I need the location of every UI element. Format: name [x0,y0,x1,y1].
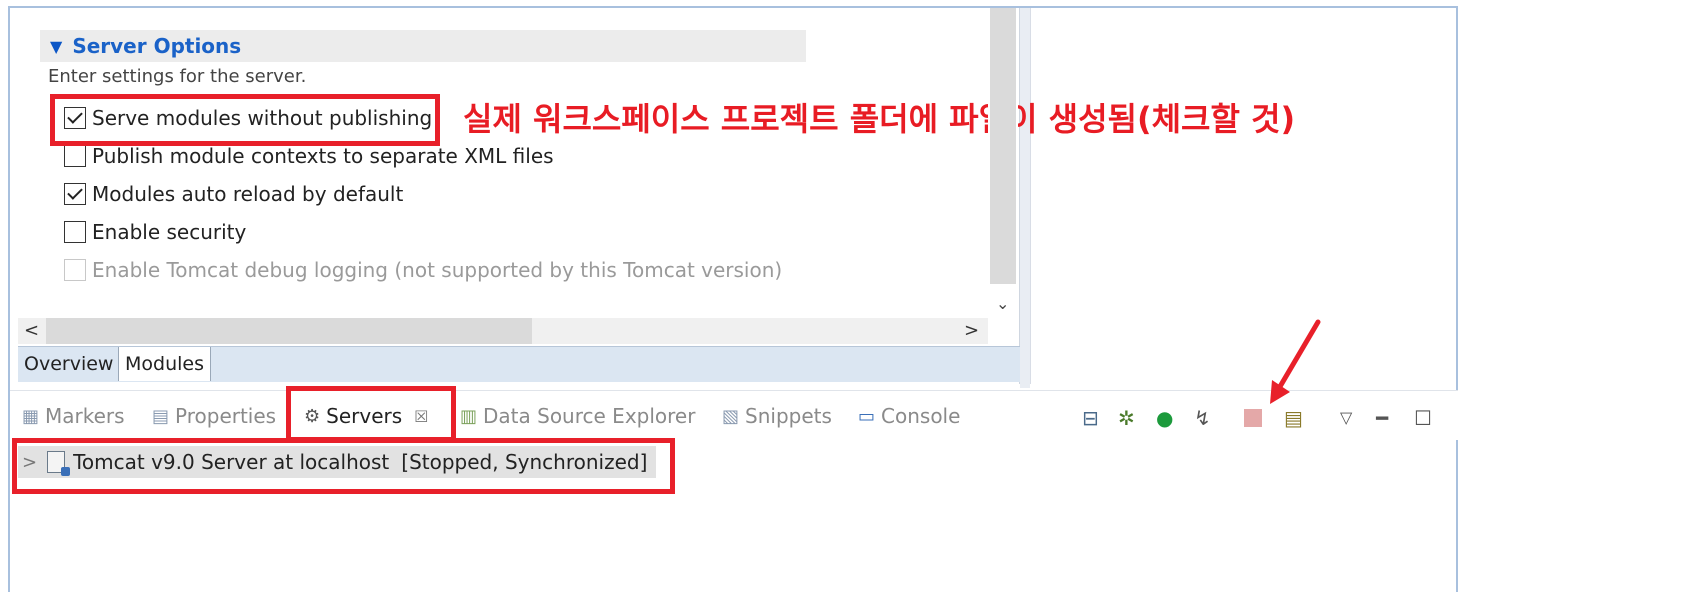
tab-overview[interactable]: Overview [18,347,121,381]
tab-label: Console [881,404,961,428]
tab-console[interactable]: ▭ Console [858,404,960,428]
annotation-text: 실제 워크스페이스 프로젝트 폴더에 파일이 생성됨(체크할 것) [463,100,1296,138]
properties-icon: ▤ [152,405,170,427]
checkbox[interactable] [64,145,86,167]
highlight-box [286,386,456,442]
option-label: Enable Tomcat debug logging (not support… [92,258,783,282]
scroll-thumb[interactable] [46,318,532,344]
tab-properties[interactable]: ▤ Properties [152,404,276,428]
option-debug-logging: Enable Tomcat debug logging (not support… [64,258,782,282]
option-separate-xml[interactable]: Publish module contexts to separate XML … [64,144,554,168]
outline-panel [1030,8,1456,384]
section-title: Server Options [72,34,242,58]
option-label: Modules auto reload by default [92,182,404,206]
annotation-arrow [1270,319,1321,404]
view-menu-icon[interactable]: ▽ [1340,408,1352,427]
tab-data-source-explorer[interactable]: ▥ Data Source Explorer [460,404,695,428]
tab-label: Properties [175,404,277,428]
tab-label: Markers [45,404,125,428]
publish-icon[interactable]: ▤ [1284,406,1303,430]
scroll-thumb[interactable] [990,8,1016,284]
checkbox [64,259,86,281]
start-icon[interactable]: ● [1156,406,1173,430]
snippets-icon: ▧ [722,405,740,427]
tab-label: Data Source Explorer [483,404,696,428]
option-label: Publish module contexts to separate XML … [92,144,554,168]
highlight-box [12,438,675,494]
screenshot-root: ▼ Server Options Enter settings for the … [0,0,1688,594]
chevron-right-icon[interactable]: > [964,320,979,341]
markers-icon: ▦ [22,405,40,427]
server-options-header[interactable]: ▼ Server Options [40,30,806,62]
maximize-icon[interactable]: ☐ [1414,406,1432,430]
option-enable-security[interactable]: Enable security [64,220,246,244]
option-label: Enable security [92,220,247,244]
section-description: Enter settings for the server. [48,66,307,87]
chevron-left-icon[interactable]: < [24,320,39,341]
horizontal-scrollbar[interactable]: < > [18,318,988,344]
checkbox[interactable] [64,183,86,205]
tab-label: Snippets [745,404,832,428]
collapse-triangle-icon[interactable]: ▼ [50,37,62,56]
chevron-down-icon[interactable]: ⌄ [996,294,1009,313]
console-icon: ▭ [858,405,876,427]
tab-snippets[interactable]: ▧ Snippets [722,404,832,428]
tab-modules[interactable]: Modules [118,347,211,381]
collapse-all-icon[interactable]: ⊟ [1082,406,1099,430]
profile-icon[interactable]: ↯ [1194,406,1211,430]
highlight-box [50,94,440,146]
editor-tab-bar: Overview Modules [18,346,1020,382]
debug-icon[interactable]: ✲ [1118,406,1135,430]
vertical-scrollbar[interactable]: ⌄ [988,8,1018,316]
sash[interactable] [1020,8,1030,388]
data-source-icon: ▥ [460,405,478,427]
option-auto-reload[interactable]: Modules auto reload by default [64,182,403,206]
checkbox[interactable] [64,221,86,243]
stop-icon[interactable] [1244,409,1262,427]
minimize-icon[interactable]: ━ [1376,406,1388,430]
tab-markers[interactable]: ▦ Markers [22,404,125,428]
